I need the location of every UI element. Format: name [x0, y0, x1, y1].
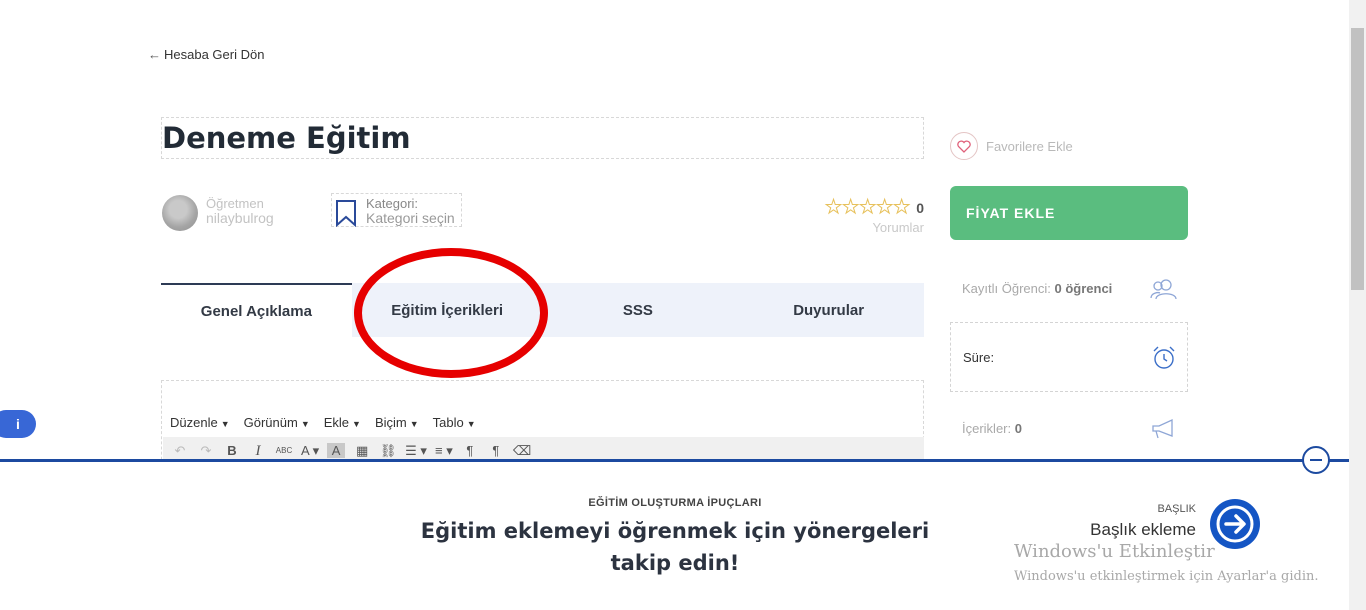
contents-count: İçerikler: 0	[950, 393, 1188, 463]
watermark-subtitle: Windows'u etkinleştirmek için Ayarlar'a …	[1014, 569, 1319, 584]
menu-table[interactable]: Tablo ▼	[433, 415, 476, 430]
teacher-avatar	[162, 195, 198, 231]
contents-label: İçerikler:	[962, 420, 1012, 436]
rtl-icon[interactable]: ¶	[487, 443, 505, 458]
menu-insert[interactable]: Ekle ▼	[324, 415, 361, 430]
category-label: Kategori:	[366, 196, 419, 211]
caret-down-icon: ▼	[352, 419, 361, 429]
megaphone-icon	[1152, 418, 1173, 439]
alarm-clock-icon	[1153, 346, 1175, 369]
scrollbar-thumb[interactable]	[1351, 28, 1364, 290]
minus-icon	[1310, 459, 1322, 461]
caret-down-icon: ▼	[300, 419, 310, 429]
heart-icon	[950, 132, 978, 160]
course-meta: Öğretmen nilaybulrog Kategori: Kategori …	[161, 192, 924, 238]
teacher-label: Öğretmen	[206, 196, 264, 211]
italic-icon[interactable]: I	[249, 443, 267, 460]
arrow-left-icon: ←	[148, 47, 161, 62]
star-rating-icon: ★★★★★	[825, 197, 911, 219]
add-price-button[interactable]: FİYAT EKLE	[950, 186, 1188, 240]
rich-text-editor[interactable]: Düzenle ▼ Görünüm ▼ Ekle ▼ Biçim ▼ Tablo ▼ ↶ …	[161, 380, 924, 470]
background-color-icon[interactable]: A	[327, 443, 346, 458]
ltr-icon[interactable]: ¶	[461, 443, 479, 458]
next-step-label: BAŞLIK	[1157, 503, 1196, 515]
rating-count: 0	[916, 200, 924, 216]
tips-kicker: EĞİTİM OLUŞTURMA İPUÇLARI	[588, 497, 762, 509]
tab-general-description[interactable]: Genel Açıklama	[161, 283, 352, 337]
menu-view[interactable]: Görünüm ▼	[244, 415, 310, 430]
course-title: Deneme Eğitim	[162, 121, 411, 155]
info-button[interactable]: i	[0, 410, 36, 438]
users-icon	[1150, 279, 1177, 300]
undo-icon[interactable]: ↶	[171, 443, 189, 459]
red-highlight-circle	[354, 248, 548, 378]
add-to-favorites[interactable]: Favorilere Ekle	[950, 132, 1073, 160]
category-selector[interactable]: Kategori: Kategori seçin	[331, 193, 462, 227]
editor-menubar: Düzenle ▼ Görünüm ▼ Ekle ▼ Biçim ▼ Tablo ▼	[170, 415, 476, 430]
next-step-title: Başlık ekleme	[1090, 520, 1196, 539]
teacher-info: Öğretmen nilaybulrog	[206, 196, 274, 226]
course-title-field[interactable]: Deneme Eğitim	[161, 117, 924, 159]
duration-field[interactable]: Süre:	[950, 322, 1188, 392]
info-icon: i	[16, 416, 20, 432]
contents-value: 0	[1014, 420, 1022, 436]
caret-down-icon: ▼	[409, 419, 419, 429]
collapse-tips-button[interactable]	[1302, 446, 1330, 474]
back-to-account-link[interactable]: ← Hesaba Geri Dön	[148, 47, 264, 62]
bold-icon[interactable]: B	[223, 443, 241, 458]
numbered-list-icon[interactable]: ≡ ▾	[435, 443, 453, 459]
bookmark-icon	[336, 200, 356, 227]
back-link-label: Hesaba Geri Dön	[164, 47, 265, 62]
windows-activation-watermark: Windows'u Etkinleştir Windows'u etkinleş…	[1014, 541, 1318, 584]
category-value: Kategori seçin	[366, 210, 455, 226]
table-icon[interactable]: ▦	[353, 443, 371, 459]
enrolled-students: Kayıtlı Öğrenci: 0 öğrenci	[950, 253, 1188, 323]
font-color-icon[interactable]: A ▾	[301, 443, 319, 459]
link-icon[interactable]: ⛓	[379, 443, 397, 459]
redo-icon[interactable]: ↷	[197, 443, 215, 459]
rating-label: Yorumlar	[872, 220, 924, 235]
favorites-label: Favorilere Ekle	[986, 138, 1073, 154]
caret-down-icon: ▼	[220, 419, 230, 429]
course-rating: ★★★★★ 0 Yorumlar	[825, 196, 924, 236]
teacher-name: nilaybulrog	[206, 210, 274, 226]
tab-faq[interactable]: SSS	[543, 283, 734, 337]
enrolled-value: 0 öğrenci	[1054, 280, 1113, 296]
enrolled-label: Kayıtlı Öğrenci:	[962, 280, 1051, 296]
caret-down-icon: ▼	[466, 419, 476, 429]
strikethrough-icon[interactable]: ABC	[275, 443, 293, 455]
menu-edit[interactable]: Düzenle ▼	[170, 415, 230, 430]
watermark-title: Windows'u Etkinleştir	[1014, 541, 1215, 562]
tab-announcements[interactable]: Duyurular	[733, 283, 924, 337]
clear-format-icon[interactable]: ⌫	[513, 443, 531, 459]
menu-format[interactable]: Biçim ▼	[375, 415, 419, 430]
bullet-list-icon[interactable]: ☰ ▾	[405, 443, 427, 459]
duration-label: Süre:	[963, 349, 995, 365]
